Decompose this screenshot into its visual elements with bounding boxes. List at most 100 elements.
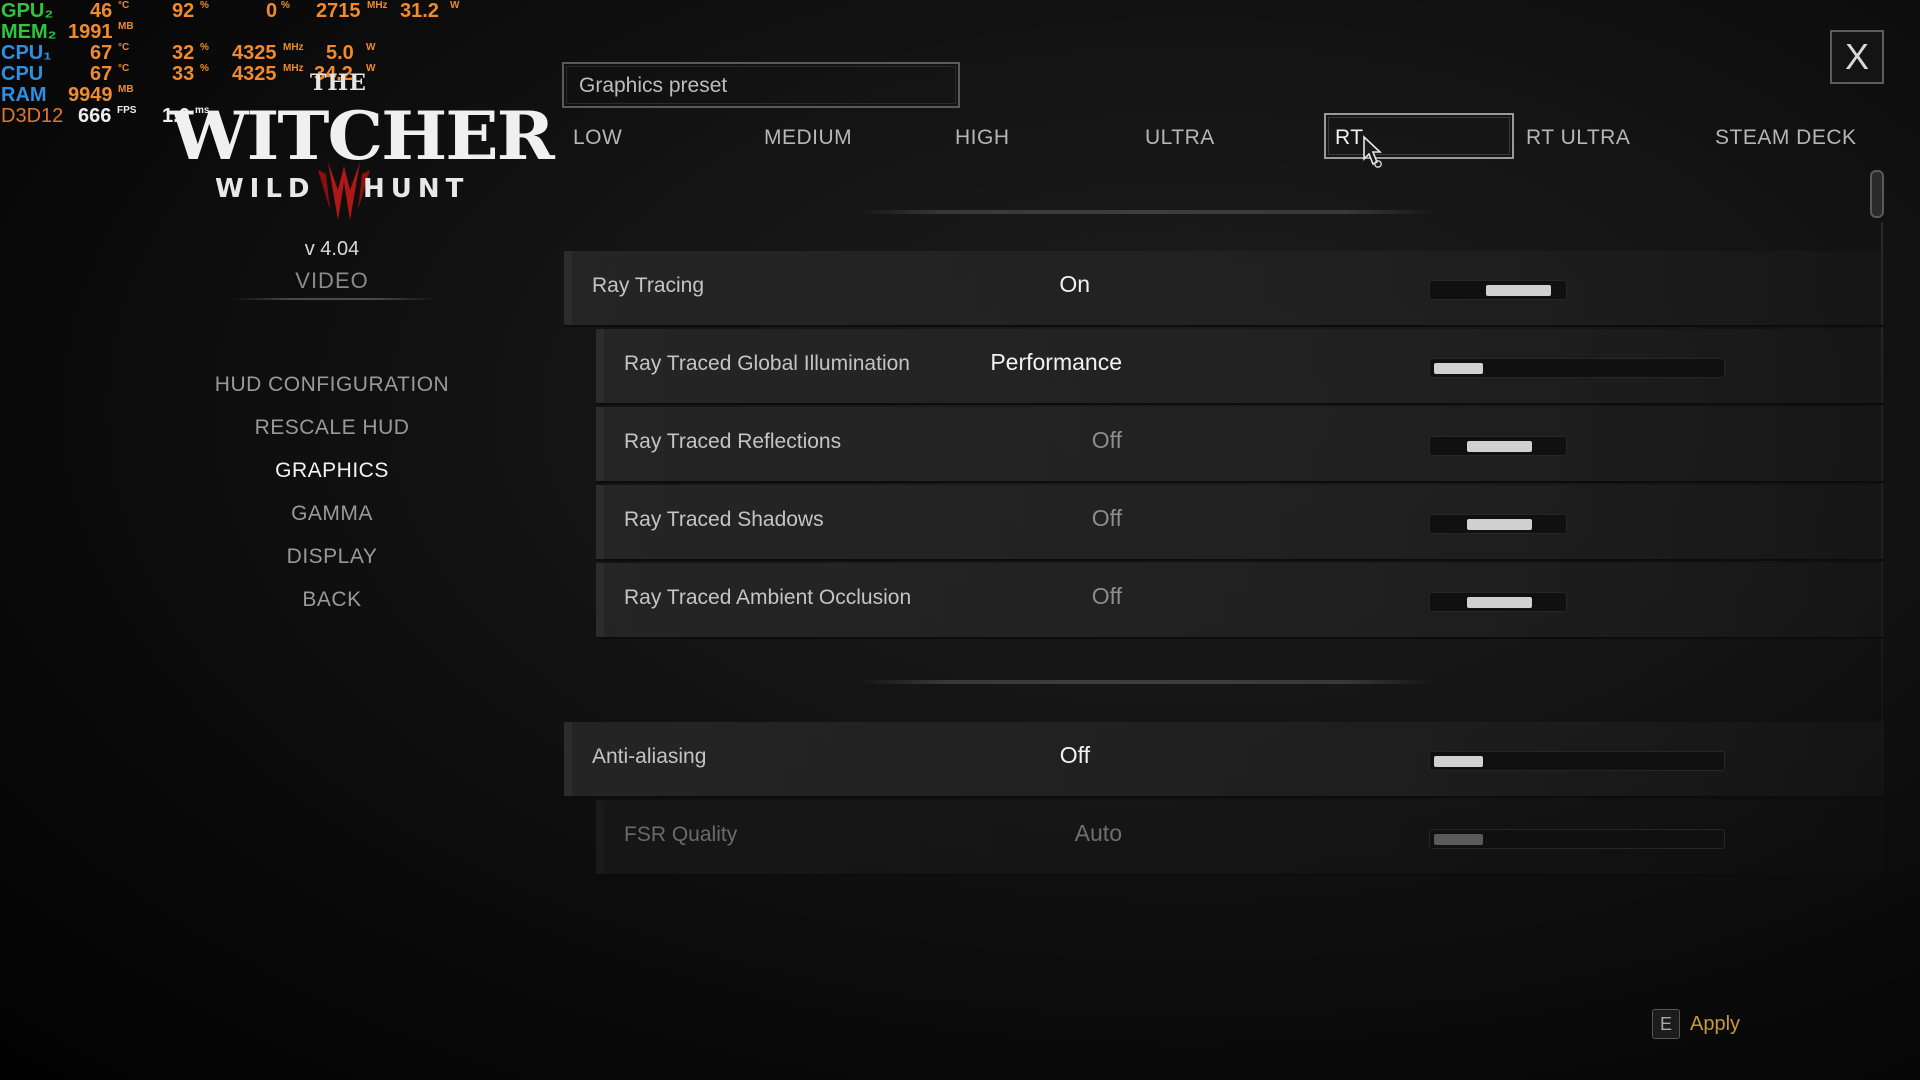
slider-fill xyxy=(1434,834,1483,845)
setting-label: Ray Traced Global Illumination xyxy=(624,352,910,375)
logo-witcher-text: WITCHER xyxy=(170,96,555,175)
setting-label: Ray Traced Reflections xyxy=(624,430,842,453)
osd-fps: 666 xyxy=(78,105,112,127)
setting-rt-ambient-occlusion[interactable]: Ray Traced Ambient Occlusion Off xyxy=(596,563,1884,639)
osd-unit: W xyxy=(450,0,460,11)
osd-gpu-power: 31.2 xyxy=(400,0,439,22)
preset-steam-deck[interactable]: STEAM DECK xyxy=(1715,126,1857,150)
osd-row-mem: MEM₂ 1991 MB xyxy=(0,21,480,43)
logo-hunt-text: HUNT xyxy=(363,174,470,204)
keyboard-key-e-icon: E xyxy=(1652,1009,1680,1039)
osd-cpu1-temp: 67 xyxy=(90,42,113,64)
option-slider xyxy=(1429,829,1725,849)
osd-row-gpu: GPU₂ 46 °C 92 % 0 % 2715 MHz 31.2 W xyxy=(0,0,480,22)
apply-label: Apply xyxy=(1690,1013,1741,1035)
section-separator xyxy=(858,680,1434,684)
setting-label: FSR Quality xyxy=(624,823,738,846)
logo-wild-text: WILD xyxy=(215,174,316,204)
slider-fill xyxy=(1434,756,1483,767)
osd-unit: % xyxy=(200,42,209,53)
osd-unit: W xyxy=(366,42,376,53)
osd-unit: % xyxy=(281,0,290,11)
slider-fill xyxy=(1467,597,1532,608)
graphics-preset-header: Graphics preset xyxy=(562,62,960,108)
toggle-slider[interactable] xyxy=(1429,436,1567,456)
osd-gpu-temp: 46 xyxy=(90,0,113,22)
section-title: VIDEO xyxy=(295,268,369,293)
close-icon: X xyxy=(1844,36,1869,77)
setting-value: Off xyxy=(1091,583,1122,609)
setting-label: Ray Tracing xyxy=(592,274,705,297)
preset-low[interactable]: LOW xyxy=(573,126,622,150)
setting-value: Performance xyxy=(990,349,1122,375)
setting-fsr-quality: FSR Quality Auto xyxy=(596,800,1884,876)
osd-gpu-other: 0 xyxy=(266,0,278,22)
toggle-slider[interactable] xyxy=(1429,514,1567,534)
setting-value: Auto xyxy=(1074,820,1122,846)
osd-unit: MB xyxy=(118,84,134,95)
slider-fill xyxy=(1467,519,1532,530)
slider-fill xyxy=(1486,285,1551,296)
preset-rt-ultra[interactable]: RT ULTRA xyxy=(1526,126,1630,150)
menu-item-gamma[interactable]: GAMMA xyxy=(182,499,482,542)
option-slider[interactable] xyxy=(1429,751,1725,771)
menu-item-graphics[interactable]: GRAPHICS xyxy=(182,456,482,499)
menu-item-back[interactable]: BACK xyxy=(182,585,482,628)
setting-value: Off xyxy=(1091,427,1122,453)
osd-label: CPU₁ xyxy=(1,42,52,64)
slider-fill xyxy=(1467,441,1532,452)
section-divider xyxy=(232,298,436,300)
osd-unit: °C xyxy=(118,0,130,11)
osd-label: CPU xyxy=(1,63,44,85)
osd-cpu1-clock: 4325 xyxy=(232,42,277,64)
preset-high[interactable]: HIGH xyxy=(955,126,1010,150)
osd-cpu1-power: 5.0 xyxy=(326,42,354,64)
option-slider[interactable] xyxy=(1429,358,1725,378)
preset-medium[interactable]: MEDIUM xyxy=(764,126,852,150)
osd-unit: FPS xyxy=(117,105,137,116)
osd-unit: °C xyxy=(118,42,130,53)
setting-value: Off xyxy=(1091,505,1122,531)
menu-item-rescale-hud[interactable]: RESCALE HUD xyxy=(182,413,482,456)
osd-mem: 1991 xyxy=(68,21,113,43)
options-menu: HUD CONFIGURATION RESCALE HUD GRAPHICS G… xyxy=(182,370,482,628)
setting-label: Anti-aliasing xyxy=(592,745,707,768)
osd-unit: % xyxy=(200,0,209,11)
setting-rt-shadows[interactable]: Ray Traced Shadows Off xyxy=(596,485,1884,561)
osd-cpu1-load: 32 xyxy=(172,42,195,64)
version-label: v 4.04 xyxy=(304,238,360,260)
scrollbar-thumb[interactable] xyxy=(1870,170,1884,218)
setting-rt-reflections[interactable]: Ray Traced Reflections Off xyxy=(596,407,1884,483)
osd-row-cpu1: CPU₁ 67 °C 32 % 4325 MHz 5.0 W xyxy=(0,42,480,64)
logo-the-text: THE xyxy=(310,70,367,96)
setting-label: Ray Traced Shadows xyxy=(624,508,824,531)
game-logo: THE WITCHER WILD HUNT xyxy=(168,70,555,250)
osd-gpu-clock: 2715 xyxy=(316,0,361,22)
preset-options: LOW MEDIUM HIGH ULTRA RT RT ULTRA STEAM … xyxy=(562,118,1862,158)
osd-label: MEM₂ xyxy=(1,21,57,43)
toggle-slider[interactable] xyxy=(1429,592,1567,612)
section-separator xyxy=(858,210,1434,214)
setting-ray-tracing[interactable]: Ray Tracing On xyxy=(564,251,1884,327)
preset-rt[interactable]: RT xyxy=(1335,126,1364,150)
osd-gpu-load: 92 xyxy=(172,0,195,22)
osd-label: RAM xyxy=(1,84,47,106)
setting-value: On xyxy=(1059,271,1090,297)
osd-unit: MHz xyxy=(283,42,304,53)
setting-label: Ray Traced Ambient Occlusion xyxy=(624,586,912,609)
osd-unit: °C xyxy=(118,63,130,74)
setting-anti-aliasing[interactable]: Anti-aliasing Off xyxy=(564,722,1884,798)
mouse-cursor-icon xyxy=(1363,135,1383,168)
menu-item-display[interactable]: DISPLAY xyxy=(182,542,482,585)
close-button[interactable]: X xyxy=(1830,30,1884,84)
osd-label: GPU₂ xyxy=(1,0,54,22)
setting-rt-global-illumination[interactable]: Ray Traced Global Illumination Performan… xyxy=(596,329,1884,405)
osd-ram: 9949 xyxy=(68,84,113,106)
osd-unit: MHz xyxy=(367,0,388,11)
toggle-slider[interactable] xyxy=(1429,280,1567,300)
menu-item-hud-configuration[interactable]: HUD CONFIGURATION xyxy=(182,370,482,413)
preset-ultra[interactable]: ULTRA xyxy=(1145,126,1215,150)
osd-cpu-temp: 67 xyxy=(90,63,113,85)
osd-label: D3D12 xyxy=(1,105,64,127)
graphics-preset-label: Graphics preset xyxy=(579,74,728,97)
